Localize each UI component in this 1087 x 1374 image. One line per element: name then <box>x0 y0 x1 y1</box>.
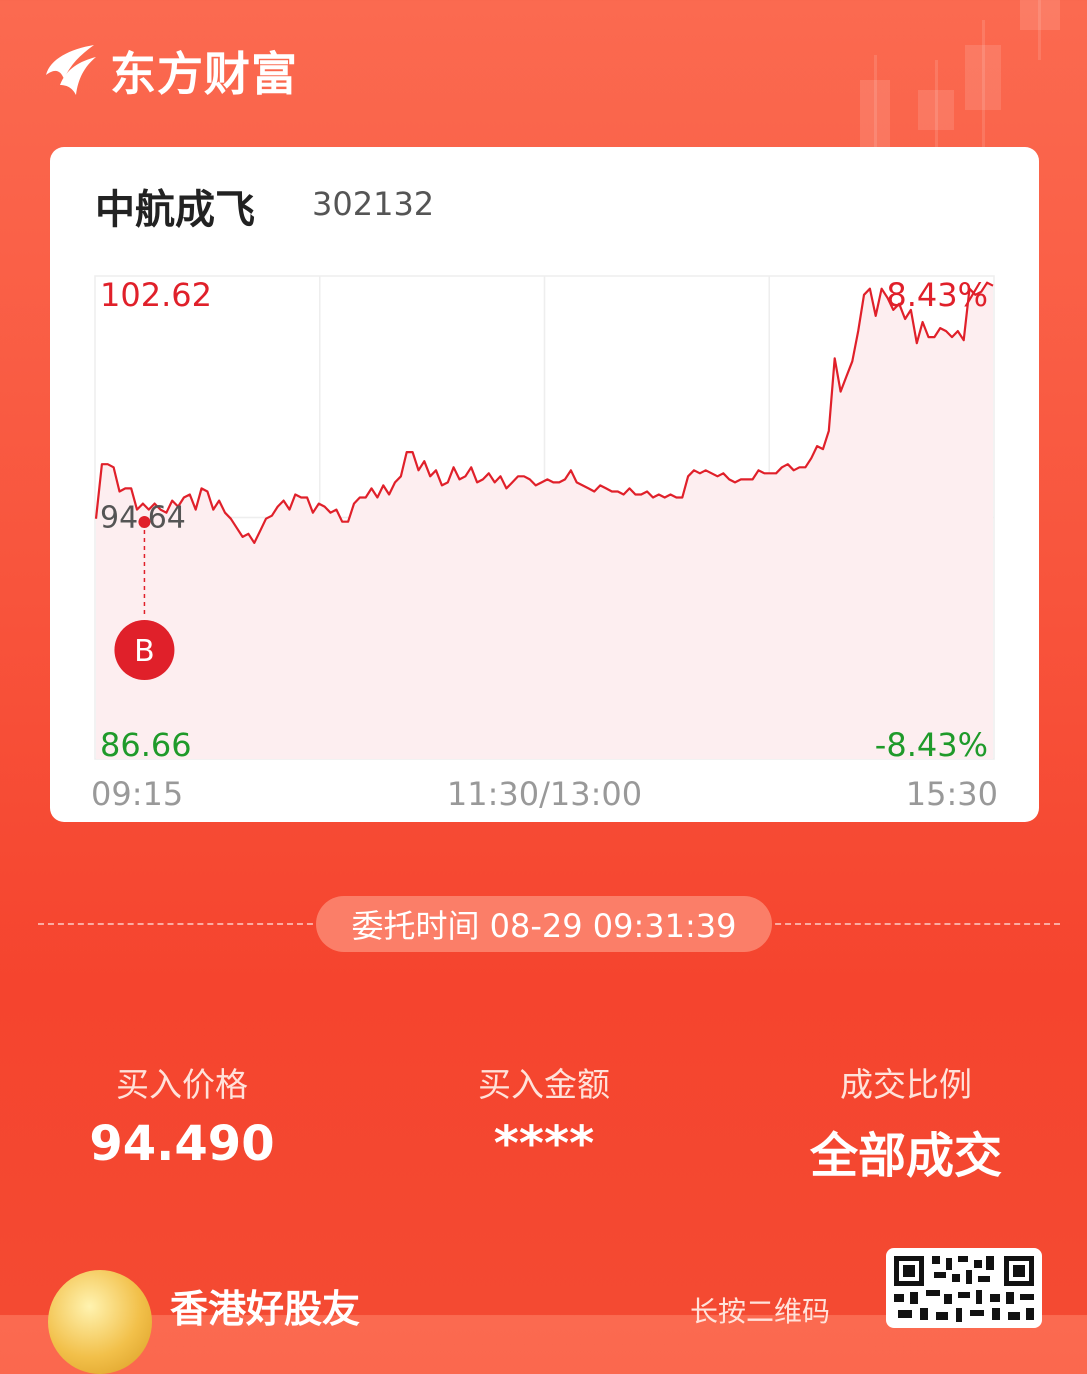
pct-max-label: 8.43% <box>886 276 988 314</box>
y-axis-min-label: 86.66 <box>100 726 192 764</box>
y-axis-max-label: 102.62 <box>100 276 212 314</box>
buy-point-dot <box>138 516 151 529</box>
intraday-chart: 102.6286.6694.648.43%-8.43%09:1511:30/13… <box>91 275 998 813</box>
buy-price-label: 买入价格 <box>116 1065 248 1104</box>
buy-amount-label: 买入金额 <box>478 1065 610 1104</box>
buy-marker-label: B <box>134 634 155 669</box>
qr-code[interactable] <box>886 1248 1042 1328</box>
stock-card: 中航成飞 302132 102.6286.6694.648.43%-8.43%0… <box>50 147 1039 822</box>
order-time-pill: 委托时间 08-29 09:31:39 <box>316 896 772 952</box>
footer-user-name: 香港好股友 <box>170 1287 361 1331</box>
qr-hint: 长按二维码 <box>690 1295 831 1328</box>
brand-name: 东方财富 <box>110 47 298 101</box>
brand-logo: 东方财富 <box>40 36 298 106</box>
x-tick-label: 09:15 <box>91 775 183 813</box>
buy-amount-stat: 买入金额 **** <box>394 1058 694 1172</box>
fill-ratio-value: 全部成交 <box>809 1128 1002 1184</box>
avatar[interactable] <box>48 1270 152 1374</box>
buy-price-value: 94.490 <box>89 1116 275 1172</box>
pct-min-label: -8.43% <box>875 726 988 764</box>
eastmoney-logo-icon <box>46 45 96 95</box>
qr-code-icon <box>894 1256 1034 1322</box>
fill-ratio-stat: 成交比例 全部成交 <box>756 1058 1056 1186</box>
background-candles-decoration <box>860 0 1060 160</box>
x-tick-label: 15:30 <box>906 775 998 813</box>
x-tick-label: 11:30/13:00 <box>447 775 642 813</box>
buy-price-stat: 买入价格 94.490 <box>32 1058 332 1172</box>
buy-amount-value: **** <box>493 1116 595 1172</box>
fill-ratio-label: 成交比例 <box>840 1065 972 1104</box>
